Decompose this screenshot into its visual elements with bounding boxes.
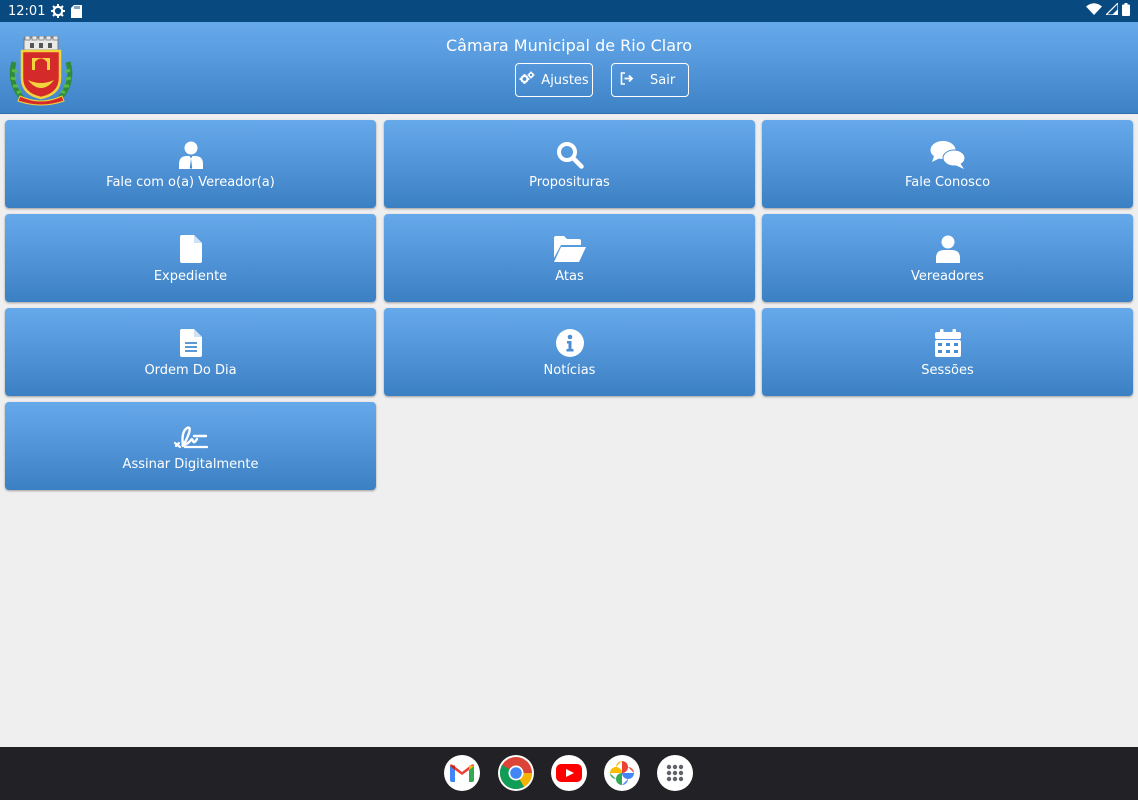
gmail-icon[interactable] <box>444 755 480 791</box>
menu-tile-label: Proposituras <box>529 175 610 190</box>
status-time: 12:01 <box>8 3 46 19</box>
settings-gear-icon <box>51 4 66 18</box>
menu-tile-vereadores[interactable]: Vereadores <box>762 214 1133 302</box>
menu-tile-atas[interactable]: Atas <box>384 214 755 302</box>
menu-tile-label: Sessões <box>921 363 974 378</box>
search-icon <box>556 140 584 170</box>
signal-icon <box>1104 1 1119 19</box>
sd-card-icon <box>71 4 83 18</box>
app-drawer-icon[interactable] <box>657 755 693 791</box>
wifi-icon <box>1086 3 1102 19</box>
user-tie-icon <box>178 140 204 170</box>
status-bar: 12:01 <box>0 0 1138 22</box>
battery-icon <box>1122 2 1130 20</box>
menu-tile-label: Notícias <box>543 363 596 378</box>
calendar-icon <box>934 328 961 358</box>
menu-tile-assinar-digitalmente[interactable]: Assinar Digitalmente <box>5 402 376 490</box>
signature-icon <box>173 422 209 452</box>
android-nav-bar <box>0 747 1138 800</box>
chrome-icon[interactable] <box>498 755 534 791</box>
photos-icon[interactable] <box>604 755 640 791</box>
menu-tile-fale-vereador[interactable]: Fale com o(a) Vereador(a) <box>5 120 376 208</box>
folder-open-icon <box>553 234 586 264</box>
menu-tile-fale-conosco[interactable]: Fale Conosco <box>762 120 1133 208</box>
menu-tile-label: Atas <box>555 269 584 284</box>
info-circle-icon <box>555 328 584 358</box>
youtube-icon[interactable] <box>551 755 587 791</box>
menu-tile-label: Expediente <box>153 269 228 284</box>
app-header: Câmara Municipal de Rio Claro Ajustes Sa… <box>0 22 1138 114</box>
menu-tile-proposituras[interactable]: Proposituras <box>384 120 755 208</box>
menu-tile-ordem-do-dia[interactable]: Ordem Do Dia <box>5 308 376 396</box>
user-icon <box>935 234 961 264</box>
logout-button[interactable]: Sair <box>611 63 689 97</box>
comments-icon <box>930 140 966 170</box>
sign-out-icon <box>620 71 634 89</box>
menu-tile-label: Vereadores <box>911 269 984 284</box>
settings-button[interactable]: Ajustes <box>515 63 593 97</box>
settings-button-label: Ajustes <box>541 72 589 88</box>
menu-tile-noticias[interactable]: Notícias <box>384 308 755 396</box>
menu-tile-expediente[interactable]: Expediente <box>5 214 376 302</box>
menu-tile-label: Assinar Digitalmente <box>122 457 259 472</box>
file-icon <box>179 234 202 264</box>
menu-tile-label: Ordem Do Dia <box>144 363 237 378</box>
menu-tile-label: Fale com o(a) Vereador(a) <box>106 175 275 190</box>
menu-tile-sessoes[interactable]: Sessões <box>762 308 1133 396</box>
logout-button-label: Sair <box>650 72 676 88</box>
menu-tile-label: Fale Conosco <box>904 175 991 190</box>
cogs-icon <box>519 71 535 89</box>
file-text-icon <box>179 328 202 358</box>
page-title: Câmara Municipal de Rio Claro <box>445 36 693 55</box>
